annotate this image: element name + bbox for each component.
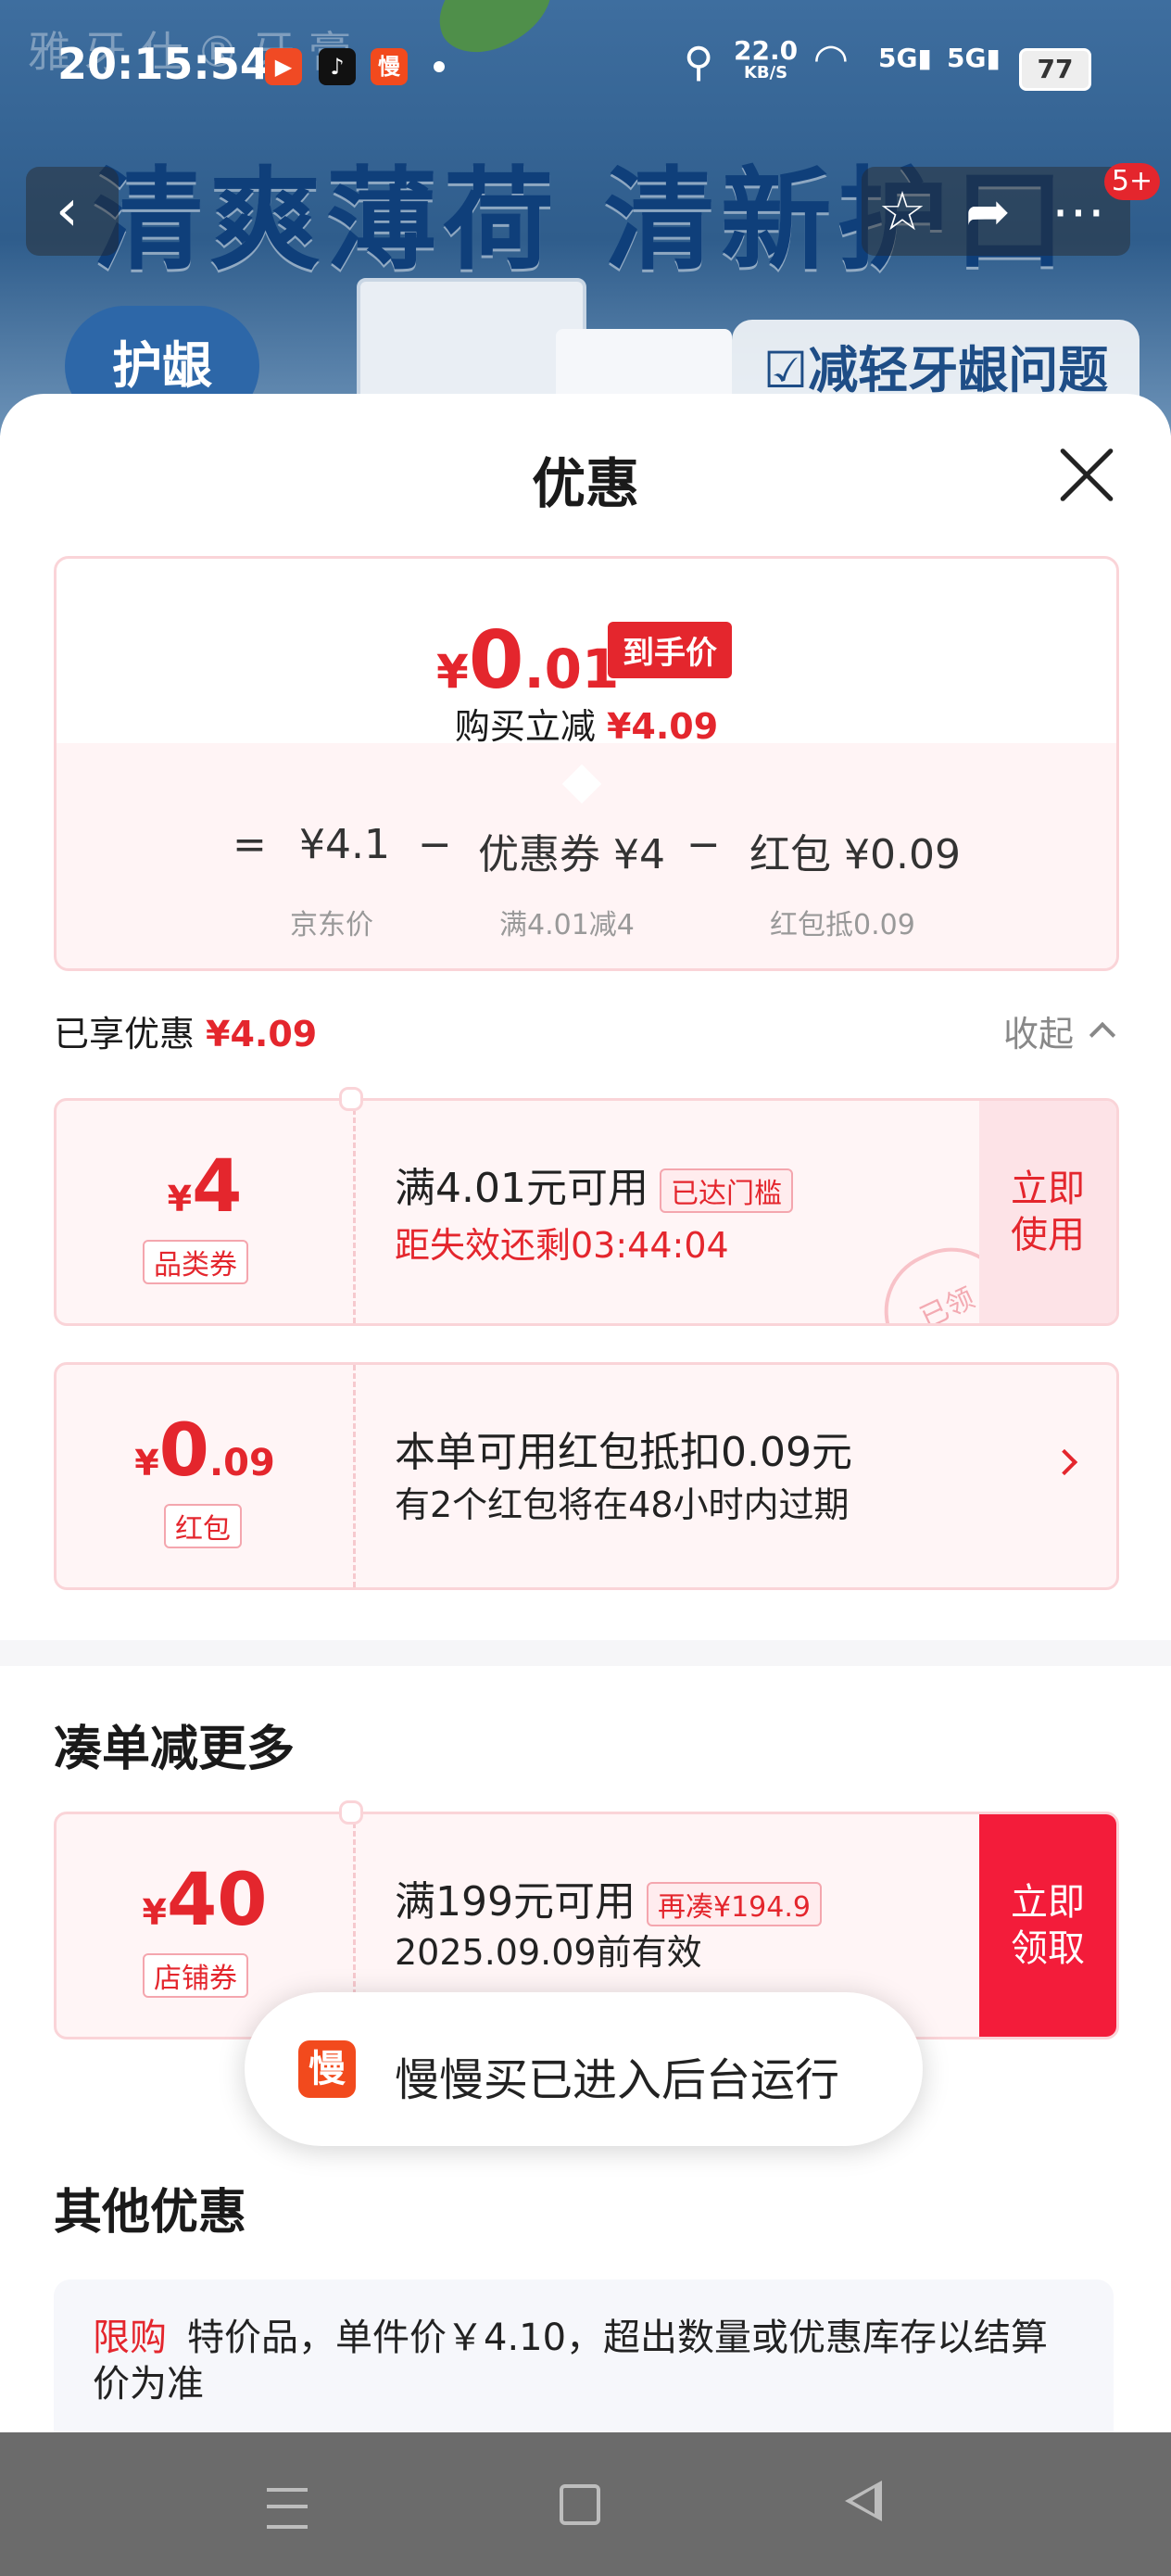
chevron-up-icon[interactable] — [1089, 1021, 1116, 1049]
message-count-badge: 5+ — [1104, 163, 1160, 200]
sheet-title: 优惠 — [531, 452, 639, 515]
use-now-label: 立即使用 — [1011, 1168, 1085, 1256]
category-coupon-card: ¥4 品类券 满4.01元可用 已达门槛 距失效还剩03:44:04 已领 立即使… — [54, 1098, 1119, 1326]
back-button[interactable]: ‹ — [26, 167, 119, 256]
redpacket-amount-dec: .09 — [208, 1442, 275, 1484]
redpacket-amount-int: 0 — [158, 1409, 209, 1493]
manmanmai-app-icon: 慢 — [371, 48, 408, 85]
coupon-amount-value: 4 — [192, 1145, 243, 1229]
claim-now-button[interactable]: 立即领取 — [979, 1814, 1116, 2037]
enjoyed-label: 已享优惠 — [54, 1014, 195, 1054]
network-speed-unit: KB/S — [743, 63, 788, 82]
redpacket-currency: ¥ — [134, 1443, 159, 1484]
formula-redpacket: 红包 ¥0.09 — [749, 831, 961, 878]
redpacket-card[interactable]: ¥0.09 红包 本单可用红包抵扣0.09元 有2个红包将在48小时内过期 — [54, 1362, 1119, 1590]
store-coupon-condition: 满199元可用 再凑¥194.9 — [395, 1868, 822, 1927]
store-coupon-validity: 2025.09.09前有效 — [395, 1932, 702, 1973]
coupon-expiry-countdown: 距失效还剩03:44:04 — [395, 1225, 729, 1266]
enjoyed-amount: ¥4.09 — [206, 1014, 318, 1054]
coupon-condition: 满4.01元可用 已达门槛 — [395, 1155, 793, 1214]
collapse-toggle[interactable]: 收起 — [1003, 1005, 1074, 1056]
formula-jd-price: ¥4.1 — [299, 821, 390, 868]
recent-apps-icon[interactable] — [267, 2488, 308, 2529]
toast-text: 慢慢买已进入后台运行 — [395, 2054, 840, 2106]
store-coupon-amount: ¥40 — [57, 1859, 353, 1942]
final-price-dec: .01 — [523, 638, 620, 701]
redpacket-main-text: 本单可用红包抵扣0.09元 — [395, 1429, 852, 1476]
system-navigation-bar — [0, 2432, 1171, 2576]
store-coupon-notch — [339, 1800, 363, 1825]
signal-icon-2: 5G▮ — [947, 43, 1001, 73]
redpacket-left: ¥0.09 红包 — [57, 1365, 353, 1587]
network-speed-value: 22.0 — [734, 35, 799, 66]
store-coupon-type: 店铺券 — [143, 1953, 248, 1998]
more-section-title: 凑单减更多 — [54, 1722, 296, 1777]
price-summary-card: ¥0.01 到手价 购买立减 ¥4.09 = ¥4.1 − 优惠券 ¥4 − 红… — [54, 556, 1119, 971]
coupon-left: ¥4 品类券 — [57, 1101, 353, 1323]
limit-purchase-text-block: 限购 特价品，单件价￥4.10，超出数量或优惠库存以结算价为准 — [93, 2315, 1075, 2407]
coupon-amount: ¥4 — [57, 1145, 353, 1229]
reduction-amount: ¥4.09 — [606, 706, 719, 747]
limit-purchase-text: 特价品，单件价￥4.10，超出数量或优惠库存以结算价为准 — [93, 2317, 1049, 2406]
redpacket-divider — [353, 1365, 356, 1587]
signal-icon-1: 5G▮ — [878, 43, 932, 73]
status-bar: 20:15:54 ▶ ♪ 慢 ⚲ 22.0 KB/S ◠ 5G▮ 5G▮ 77 — [0, 0, 1171, 139]
coupon-divider — [353, 1101, 356, 1323]
section-gap — [0, 1640, 1171, 1666]
coupon-type: 品类券 — [143, 1240, 248, 1284]
final-price-tag: 到手价 — [608, 622, 732, 678]
coupon-currency: ¥ — [167, 1179, 193, 1219]
formula-equals: = — [233, 821, 267, 868]
chevron-left-icon: ‹ — [56, 176, 79, 244]
limit-purchase-tag: 限购 — [93, 2317, 167, 2359]
chevron-right-icon[interactable] — [1051, 1448, 1078, 1476]
close-icon[interactable] — [1056, 445, 1117, 506]
system-back-icon[interactable] — [845, 2481, 882, 2521]
formula-minus-2: − — [686, 821, 721, 868]
video-app-icon: ▶ — [265, 48, 302, 85]
home-icon[interactable] — [560, 2484, 600, 2525]
threshold-reached-chip: 已达门槛 — [659, 1168, 793, 1213]
store-coupon-amount-value: 40 — [166, 1859, 268, 1942]
share-icon[interactable]: ➦ — [965, 180, 1011, 243]
store-coupon-currency: ¥ — [142, 1892, 167, 1933]
add-more-chip: 再凑¥194.9 — [646, 1882, 822, 1926]
network-speed: 22.0 KB/S — [734, 37, 798, 82]
more-notifications-dot — [434, 61, 445, 72]
final-price: ¥0.01 — [436, 614, 619, 707]
wifi-icon: ◠ — [815, 35, 847, 82]
battery-indicator: 77 — [1019, 48, 1091, 91]
status-time: 20:15:54 — [57, 39, 270, 89]
claim-now-label: 立即领取 — [1011, 1881, 1085, 1970]
redpacket-amount: ¥0.09 — [57, 1409, 353, 1493]
other-section-title: 其他优惠 — [54, 2185, 247, 2241]
formula-minus-1: − — [418, 821, 452, 868]
coupon-condition-text: 满4.01元可用 — [395, 1165, 648, 1212]
use-now-button[interactable]: 立即使用 — [979, 1101, 1116, 1323]
formula-coupon: 优惠券 ¥4 — [478, 831, 665, 878]
coupon-notch-top — [339, 1087, 363, 1111]
final-price-int: 0 — [468, 614, 524, 707]
redpacket-type: 红包 — [164, 1504, 242, 1548]
background-running-toast: 慢 慢慢买已进入后台运行 — [245, 1992, 923, 2146]
more-icon[interactable]: ⋯ — [1051, 180, 1105, 243]
network-type-2: 5G — [947, 43, 987, 73]
redpacket-sub-text: 有2个红包将在48小时内过期 — [395, 1484, 850, 1525]
tiktok-app-icon: ♪ — [319, 48, 356, 85]
summary-caret — [561, 764, 602, 804]
coupon-condition-label: 满4.01减4 — [499, 909, 635, 941]
redpacket-label: 红包抵0.09 — [770, 909, 915, 941]
network-type-1: 5G — [878, 43, 918, 73]
favorite-star-icon[interactable]: ☆ — [878, 180, 926, 243]
jd-price-label: 京东价 — [290, 909, 373, 941]
top-action-bar: ☆ ➦ ⋯ — [862, 167, 1130, 256]
purchase-reduction: 购买立减 ¥4.09 — [57, 698, 1116, 749]
enjoyed-discount-row: 已享优惠 ¥4.09 — [54, 1005, 317, 1056]
final-price-currency: ¥ — [436, 645, 469, 699]
store-coupon-condition-text: 满199元可用 — [395, 1878, 636, 1926]
manmanmai-logo-icon: 慢 — [298, 2040, 356, 2098]
reduction-label: 购买立减 — [454, 706, 596, 747]
location-icon: ⚲ — [684, 39, 714, 86]
